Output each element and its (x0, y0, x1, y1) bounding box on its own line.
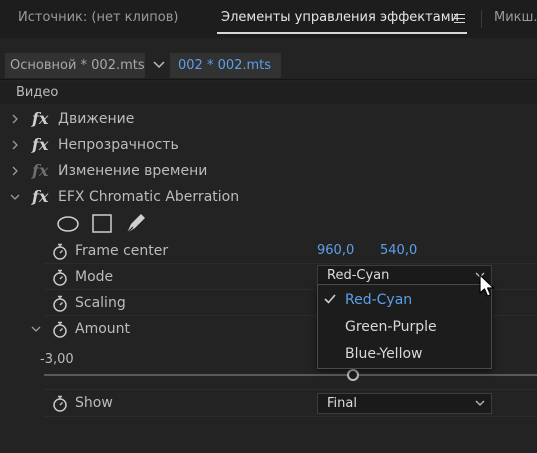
dropdown-option-label: Blue-Yellow (345, 346, 423, 362)
show-select[interactable]: Final (317, 393, 492, 414)
chevron-right-icon[interactable] (10, 140, 20, 150)
chevron-down-icon[interactable] (31, 324, 41, 334)
dropdown-option-green-purple[interactable]: Green-Purple (318, 314, 491, 340)
mode-select[interactable]: Red-Cyan (317, 265, 492, 286)
effect-row-time-remapping[interactable]: fx Изменение времени (0, 158, 537, 184)
master-clip-tab[interactable]: Основной * 002.mts (5, 53, 145, 78)
stopwatch-icon[interactable] (52, 243, 68, 260)
dropdown-option-label: Red-Cyan (345, 292, 413, 308)
panel-tab-bar: Источник: (нет клипов) Элементы управлен… (0, 0, 537, 38)
mode-select-value: Red-Cyan (327, 268, 390, 283)
ellipse-mask-icon[interactable] (57, 216, 79, 232)
param-label: Frame center (75, 243, 169, 259)
tab-divider (481, 10, 482, 28)
tab-mixer[interactable]: Микш. (494, 0, 537, 38)
param-label: Scaling (75, 295, 126, 311)
tab-source[interactable]: Источник: (нет клипов) (18, 0, 178, 38)
param-label: Mode (75, 269, 114, 285)
mode-dropdown-menu: Red-Cyan Green-Purple Blue-Yellow (317, 284, 492, 369)
chevron-down-icon (475, 400, 485, 406)
param-label: Show (75, 395, 113, 411)
fx-icon[interactable]: fx (32, 109, 48, 128)
pen-mask-icon[interactable] (126, 214, 145, 234)
frame-center-y-value[interactable]: 540,0 (380, 243, 417, 258)
dropdown-option-red-cyan[interactable]: Red-Cyan (318, 287, 491, 313)
chevron-down-icon[interactable] (10, 192, 20, 202)
effect-label: Непрозрачность (58, 137, 179, 153)
frame-center-x-value[interactable]: 960,0 (317, 243, 354, 258)
active-tab-indicator (217, 32, 467, 34)
panel-menu-icon[interactable] (454, 14, 465, 23)
stopwatch-icon[interactable] (52, 395, 68, 412)
param-row-frame-center: Frame center 960,0 540,0 (0, 238, 537, 264)
show-select-value: Final (327, 396, 357, 411)
effect-row-opacity[interactable]: fx Непрозрачность (0, 132, 537, 158)
dropdown-option-label: Green-Purple (345, 319, 437, 335)
effect-label: Изменение времени (58, 163, 208, 179)
stopwatch-icon[interactable] (52, 295, 68, 312)
effect-row-motion[interactable]: fx Движение (0, 106, 537, 132)
fx-icon[interactable]: fx (32, 135, 48, 154)
rectangle-mask-icon[interactable] (92, 214, 112, 233)
chevron-right-icon[interactable] (10, 114, 20, 124)
video-section-header: Видео (0, 82, 537, 104)
amount-slider-thumb[interactable] (347, 369, 359, 381)
fx-icon: fx (32, 161, 49, 180)
amount-min-value: -3,00 (40, 352, 74, 367)
stopwatch-icon[interactable] (52, 269, 68, 286)
mask-tools (57, 214, 145, 234)
effect-label: EFX Chromatic Aberration (58, 189, 240, 205)
param-label: Amount (75, 321, 131, 337)
sequence-clip-tab[interactable]: 002 * 002.mts (170, 53, 281, 78)
chevron-right-icon[interactable] (10, 166, 20, 176)
mouse-pointer-icon (479, 274, 495, 297)
amount-slider-track[interactable] (44, 374, 537, 376)
effect-row-chromatic-aberration[interactable]: fx EFX Chromatic Aberration (0, 184, 537, 210)
dropdown-option-blue-yellow[interactable]: Blue-Yellow (318, 341, 491, 367)
chevron-down-icon[interactable] (152, 60, 166, 70)
fx-icon[interactable]: fx (32, 187, 48, 206)
checkmark-icon (324, 294, 336, 304)
effect-label: Движение (58, 111, 135, 127)
row-divider (44, 416, 537, 417)
stopwatch-icon[interactable] (52, 321, 68, 338)
